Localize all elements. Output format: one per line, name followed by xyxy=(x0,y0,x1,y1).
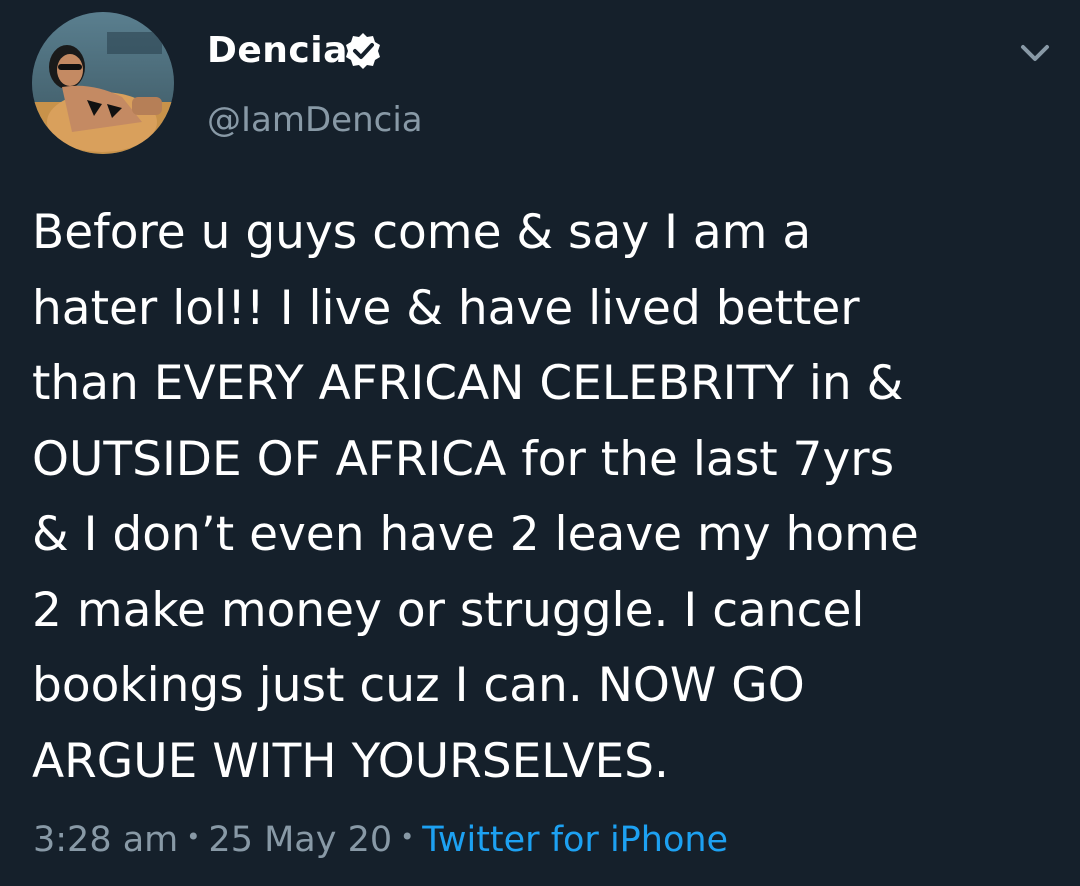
tweet-time[interactable]: 3:28 am xyxy=(33,820,178,860)
handle[interactable]: @IamDencia xyxy=(207,100,423,140)
chevron-down-icon[interactable] xyxy=(1015,38,1055,68)
tweet-meta: 3:28 am • 25 May 20 • Twitter for iPhone xyxy=(33,820,728,860)
tweet-text: Before u guys come & say I am a hater lo… xyxy=(32,195,1042,799)
tweet-line: hater lol!! I live & have lived better xyxy=(32,280,860,336)
tweet-line: ARGUE WITH YOURSELVES. xyxy=(32,733,669,789)
avatar-image xyxy=(32,12,174,154)
tweet-line: bookings just cuz I can. NOW GO xyxy=(32,658,805,713)
tweet-line: OUTSIDE OF AFRICA for the last 7yrs xyxy=(32,431,895,487)
tweet-card: Dencia @IamDencia Before u guys come & s… xyxy=(0,0,1080,886)
tweet-line: & I don’t even have 2 leave my home xyxy=(32,507,919,562)
tweet-line: than EVERY AFRICAN CELEBRITY in & xyxy=(32,356,904,411)
display-name[interactable]: Dencia xyxy=(207,30,348,71)
avatar[interactable] xyxy=(32,12,174,154)
meta-separator: • xyxy=(186,823,201,851)
verified-badge-icon xyxy=(346,33,380,69)
tweet-line: 2 make money or struggle. I cancel xyxy=(32,582,865,638)
tweet-source-link[interactable]: Twitter for iPhone xyxy=(422,820,728,860)
tweet-date[interactable]: 25 May 20 xyxy=(208,820,392,860)
meta-separator: • xyxy=(400,823,415,851)
tweet-line: Before u guys come & say I am a xyxy=(32,205,812,260)
